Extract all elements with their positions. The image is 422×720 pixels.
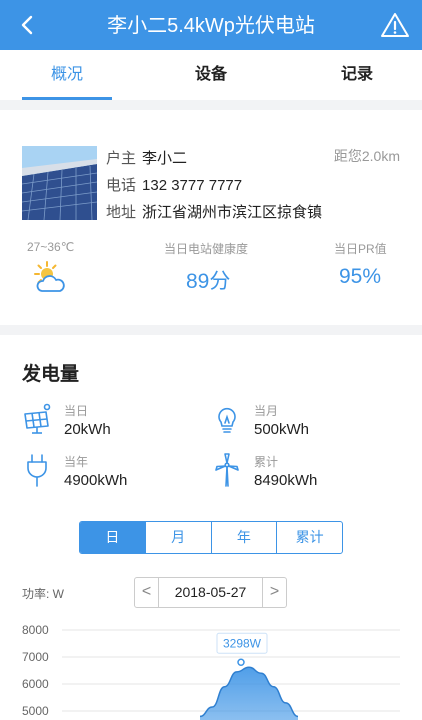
lightbulb-icon — [212, 402, 242, 436]
health-value: 89分 — [186, 270, 231, 293]
address-value: 浙江省湖州市滨江区掠食镇 — [142, 204, 323, 221]
address-label: 地址 — [106, 204, 137, 221]
date-picker: < 2018-05-27 > — [134, 577, 287, 608]
power-unit-label: 功率: W — [22, 587, 64, 601]
wind-turbine-icon — [212, 453, 242, 487]
gen-year: 当年 4900kWh — [22, 453, 192, 493]
tooltip-text: 3298W — [223, 636, 262, 650]
generation-title: 发电量 — [22, 364, 80, 385]
partly-cloudy-sun-icon — [30, 260, 70, 296]
tab-bar: 概况 设备 记录 — [0, 50, 422, 100]
temperature-range: 27~36℃ — [27, 240, 75, 254]
pr-value: 95% — [339, 265, 382, 288]
gen-today-value: 20kWh — [64, 421, 111, 438]
gen-total-label: 累计 — [254, 455, 279, 469]
gen-month: 当月 500kWh — [212, 402, 382, 442]
tab-overview[interactable]: 概况 — [22, 50, 112, 100]
period-total-button[interactable]: 累计 — [277, 522, 342, 553]
owner-label: 户主 — [106, 150, 137, 167]
period-day-button[interactable]: 日 — [80, 522, 146, 553]
power-chart: 8000 7000 6000 5000 3298W — [22, 623, 400, 720]
gen-year-value: 4900kWh — [64, 472, 128, 489]
generation-card: 发电量 当日 20kWh 当月 500kWh 当年 4900kWh 累计 849… — [0, 335, 422, 720]
gen-total-value: 8490kWh — [254, 472, 318, 489]
solar-panel-icon — [22, 402, 52, 436]
date-value[interactable]: 2018-05-27 — [160, 578, 261, 607]
gen-today-label: 当日 — [64, 404, 89, 418]
y-tick-label: 5000 — [22, 704, 49, 718]
gen-year-label: 当年 — [64, 455, 89, 469]
period-selector: 日 月 年 累计 — [79, 521, 343, 554]
app-header: 李小二5.4kWp光伏电站 — [0, 0, 422, 50]
gen-month-value: 500kWh — [254, 421, 310, 438]
gen-total: 累计 8490kWh — [212, 453, 382, 493]
owner-value: 李小二 — [142, 150, 188, 167]
power-area — [200, 667, 298, 720]
plug-icon — [22, 453, 52, 487]
next-date-button[interactable]: > — [262, 578, 286, 607]
gen-today: 当日 20kWh — [22, 402, 192, 442]
station-photo — [22, 146, 97, 220]
period-year-button[interactable]: 年 — [212, 522, 278, 553]
phone-value[interactable]: 132 3777 7777 — [142, 177, 242, 194]
tab-devices[interactable]: 设备 — [166, 50, 256, 100]
station-card: 户主 李小二 电话 132 3777 7777 地址 浙江省湖州市滨江区掠食镇 距您2… — [0, 110, 422, 325]
back-arrow-icon[interactable] — [14, 10, 42, 40]
warning-triangle-icon[interactable] — [380, 11, 410, 39]
gen-month-label: 当月 — [254, 404, 279, 418]
y-tick-label: 6000 — [22, 677, 49, 691]
y-tick-label: 7000 — [22, 650, 49, 664]
address-row: 地址 浙江省湖州市滨江区掠食镇 — [106, 201, 322, 222]
tab-records[interactable]: 记录 — [312, 50, 402, 100]
pr-label: 当日PR值 — [334, 242, 387, 256]
y-tick-label: 8000 — [22, 623, 49, 637]
phone-row: 电话 132 3777 7777 — [106, 174, 242, 195]
page-title: 李小二5.4kWp光伏电站 — [107, 15, 315, 37]
owner-row: 户主 李小二 — [106, 147, 187, 168]
period-month-button[interactable]: 月 — [146, 522, 212, 553]
health-label: 当日电站健康度 — [164, 242, 249, 256]
peak-point[interactable] — [237, 658, 245, 667]
distance-text: 距您2.0km — [333, 148, 400, 164]
tab-indicator — [22, 97, 112, 100]
phone-label: 电话 — [106, 177, 137, 194]
prev-date-button[interactable]: < — [135, 578, 159, 607]
